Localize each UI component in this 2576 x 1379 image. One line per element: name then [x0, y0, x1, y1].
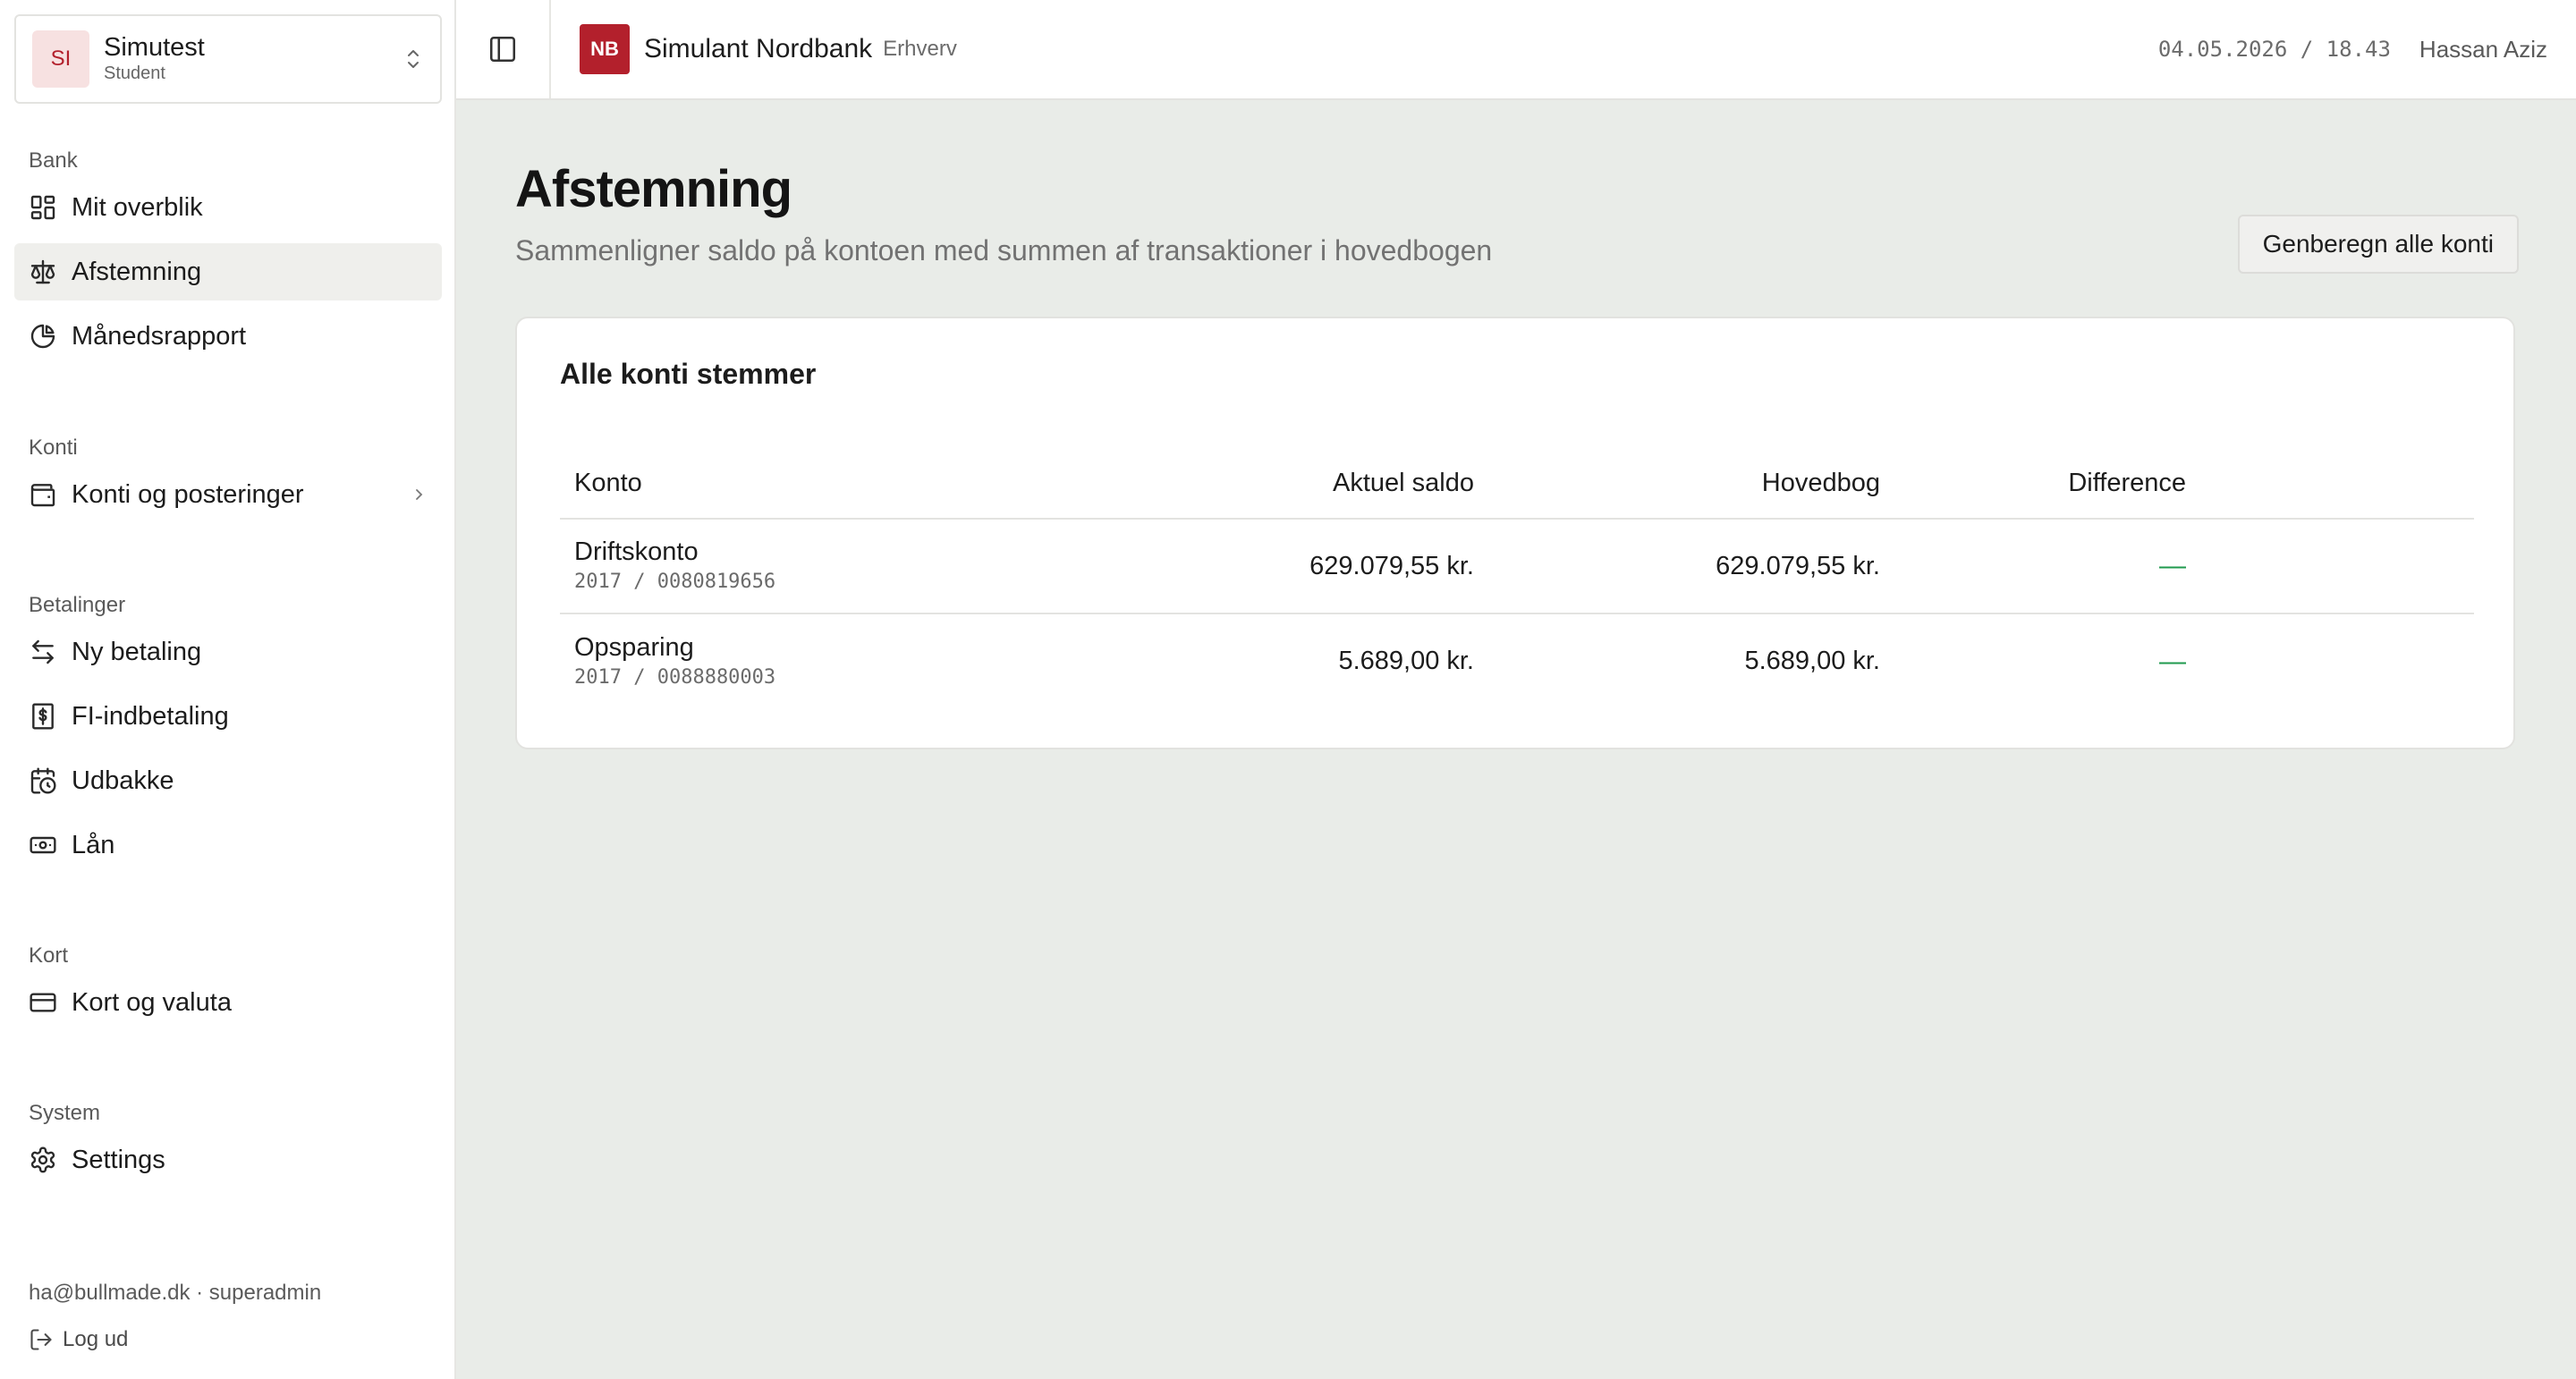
logout-icon — [30, 1329, 52, 1350]
calendar-clock-icon — [30, 767, 56, 794]
table-row[interactable]: Driftskonto 2017 / 0080819656 629.079,55… — [560, 519, 2474, 614]
credit-card-icon — [30, 993, 56, 1012]
sidebar-item-label: Afstemning — [72, 257, 202, 286]
account-cell: Opsparing 2017 / 0088880003 — [560, 613, 1061, 708]
saldo-cell: 629.079,55 kr. — [1061, 519, 1474, 614]
page-subtitle: Sammenligner saldo på kontoen med summen… — [515, 234, 1493, 266]
sidebar-item-label: FI-indbetaling — [72, 701, 229, 731]
column-header-difference: Difference — [1880, 449, 2186, 520]
nav-section-betalinger: Betalinger Ny betaling FI-indbetaling Ud… — [14, 588, 442, 874]
dashboard-icon — [30, 195, 55, 220]
sidebar-item-ny-betaling[interactable]: Ny betaling — [14, 623, 442, 681]
saldo-cell: 5.689,00 kr. — [1338, 647, 1474, 675]
sidebar-item-label: Udbakke — [72, 766, 174, 795]
row-spacer — [2186, 613, 2474, 708]
nav-heading: System — [29, 1101, 101, 1125]
sidebar-item-konti-og-posteringer[interactable]: Konti og posteringer — [14, 466, 442, 523]
column-header-hovedbog: Hovedbog — [1474, 449, 1880, 520]
sidebar-item-settings[interactable]: Settings — [14, 1131, 442, 1189]
sidebar-item-kort-og-valuta[interactable]: Kort og valuta — [14, 974, 442, 1031]
sidebar-item-manedsrapport[interactable]: Månedsrapport — [14, 308, 442, 365]
banknote-icon — [30, 836, 56, 854]
pie-chart-icon — [30, 324, 55, 349]
scale-icon — [30, 259, 55, 284]
user-info: ha@bullmade.dk · superadmin — [29, 1281, 322, 1305]
sidebar-item-udbakke[interactable]: Udbakke — [14, 752, 442, 809]
card-title: Alle konti stemmer — [560, 358, 817, 390]
bank-name: Simulant Nordbank — [644, 34, 873, 63]
nav-heading: Betalinger — [29, 593, 126, 617]
row-spacer — [2186, 519, 2474, 614]
org-role: Student — [104, 63, 165, 83]
wallet-icon — [30, 484, 55, 507]
sidebar-item-label: Konti og posteringer — [72, 479, 304, 509]
nav-section-bank: Bank Mit overblik Afstemning Månedsrappo… — [14, 143, 442, 365]
column-header-saldo: Aktuel saldo — [1061, 449, 1474, 520]
logout-label: Log ud — [63, 1327, 129, 1351]
bank-segment-tag: Erhverv — [883, 37, 957, 61]
nav-section-konti: Konti Konti og posteringer — [14, 430, 442, 523]
sidebar: SI Simutest Student Bank Mit overblik Af… — [0, 0, 456, 1379]
difference-value: — — [2159, 646, 2186, 676]
nav-heading: Konti — [29, 436, 78, 460]
reconciliation-card: Alle konti stemmer Konto Aktuel saldo Ho… — [515, 317, 2515, 749]
sidebar-item-label: Settings — [72, 1145, 165, 1174]
sidebar-item-label: Kort og valuta — [72, 987, 232, 1017]
nav-section-kort: Kort Kort og valuta — [14, 938, 442, 1031]
sidebar-toggle-button[interactable] — [456, 0, 551, 98]
sidebar-item-afstemning[interactable]: Afstemning — [14, 243, 442, 300]
topbar: NB Simulant Nordbank Erhverv 04.05.2026 … — [456, 0, 2576, 100]
page-title: Afstemning — [515, 160, 792, 218]
org-avatar: SI — [32, 30, 89, 88]
table-header-row: Konto Aktuel saldo Hovedbog Difference — [560, 449, 2474, 520]
nav-section-system: System Settings — [14, 1096, 442, 1189]
sidebar-footer: ha@bullmade.dk · superadmin Log ud — [29, 1277, 321, 1361]
difference-cell: — — [1880, 519, 2186, 614]
sidebar-item-label: Ny betaling — [72, 637, 202, 666]
sidebar-item-label: Lån — [72, 830, 115, 859]
reconciliation-table: Konto Aktuel saldo Hovedbog Difference D… — [560, 449, 2474, 708]
nav-heading: Bank — [29, 148, 78, 173]
sidebar-item-label: Mit overblik — [72, 192, 203, 222]
sidebar-item-label: Månedsrapport — [72, 321, 247, 351]
org-switcher[interactable]: SI Simutest Student — [14, 14, 442, 104]
account-name: Driftskonto — [574, 537, 699, 566]
sidebar-item-lan[interactable]: Lån — [14, 816, 442, 874]
logout-link[interactable]: Log ud — [29, 1318, 321, 1361]
user-name: Hassan Aziz — [2419, 35, 2547, 63]
hovedbog-cell: 5.689,00 kr. — [1744, 647, 1880, 675]
difference-value: — — [2159, 551, 2186, 580]
nav-heading: Kort — [29, 943, 69, 968]
table-row[interactable]: Opsparing 2017 / 0088880003 5.689,00 kr.… — [560, 613, 2474, 708]
panel-left-icon — [489, 36, 516, 63]
account-name: Opsparing — [574, 632, 694, 662]
chevron-up-down-icon — [408, 50, 419, 68]
chevron-right-icon — [416, 489, 423, 500]
bank-logo: NB — [580, 24, 630, 74]
main-content: NB Simulant Nordbank Erhverv 04.05.2026 … — [456, 0, 2576, 1379]
account-number: 2017 / 0080819656 — [574, 571, 776, 593]
account-cell: Driftskonto 2017 / 0080819656 — [560, 519, 1061, 614]
hovedbog-cell: 629.079,55 kr. — [1474, 519, 1880, 614]
dollar-receipt-icon — [32, 703, 54, 730]
account-number: 2017 / 0088880003 — [574, 665, 776, 689]
recalculate-all-button[interactable]: Genberegn alle konti — [2237, 215, 2519, 274]
column-header-konto: Konto — [560, 449, 1061, 520]
gear-icon — [30, 1146, 55, 1173]
difference-cell: — — [1880, 613, 2186, 708]
column-header-spacer — [2186, 449, 2474, 520]
transfer-icon — [32, 639, 54, 664]
sidebar-item-fi-indbetaling[interactable]: FI-indbetaling — [14, 688, 442, 745]
datetime-display: 04.05.2026 / 18.43 — [2157, 37, 2391, 62]
sidebar-item-mit-overblik[interactable]: Mit overblik — [14, 179, 442, 236]
org-name: Simutest — [104, 33, 205, 62]
